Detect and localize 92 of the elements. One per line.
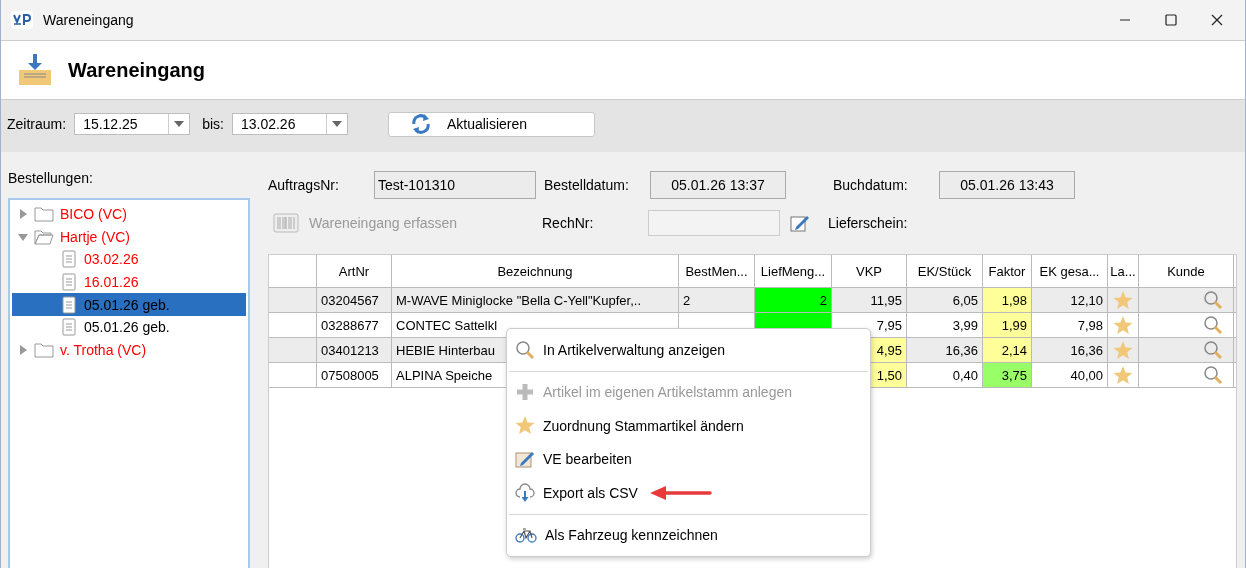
tree-item[interactable]: 03.02.26 (12, 248, 246, 271)
column-header[interactable]: VKP (832, 255, 907, 287)
column-header[interactable]: ArtNr (317, 255, 392, 287)
menu-item[interactable]: Export als CSV (507, 476, 638, 510)
star-icon[interactable] (1113, 365, 1133, 385)
order-date-field[interactable]: 05.01.26 13:37 (650, 171, 786, 199)
column-header[interactable]: La... (1108, 255, 1139, 287)
refresh-button[interactable]: Aktualisieren (387, 111, 595, 137)
star-icon[interactable] (1113, 340, 1133, 360)
edit-icon[interactable] (790, 213, 810, 233)
search-icon[interactable] (1203, 365, 1223, 385)
table-cell: 2 (755, 288, 832, 312)
inbox-download-icon (17, 52, 53, 88)
tree-item-label: 05.01.26 geb. (84, 319, 170, 336)
tree-item[interactable]: 05.01.26 geb. (12, 315, 246, 339)
to-date-field[interactable]: 13.02.26 (231, 113, 348, 135)
bicycle-icon (515, 527, 537, 544)
search-icon[interactable] (1203, 290, 1223, 310)
tree-item[interactable]: BICO (VC) (12, 203, 246, 226)
column-header[interactable]: EK/Stück (907, 255, 983, 287)
dropdown-icon (174, 121, 185, 127)
menu-item[interactable]: VE bearbeiten (507, 442, 632, 476)
folder-icon (34, 206, 54, 223)
table-cell: 7,98 (1032, 313, 1108, 337)
order-date-label: Bestelldatum: (544, 177, 630, 193)
column-header[interactable]: Bezeichnung (392, 255, 679, 287)
search-icon[interactable] (1203, 340, 1223, 360)
tree-item[interactable]: v. Trotha (VC) (12, 338, 246, 362)
page-title: Wareneingang (68, 58, 206, 82)
menu-item[interactable]: Zuordnung Stammartikel ändern (507, 409, 744, 443)
tree-item[interactable]: 05.01.26 geb. (12, 293, 246, 316)
expander-icon[interactable] (18, 344, 28, 355)
column-header[interactable]: EK gesa... (1032, 255, 1108, 287)
document-icon (62, 295, 76, 314)
table-cell: 12,10 (1032, 288, 1108, 312)
table-cell: 03204567 (317, 288, 392, 312)
search-icon (515, 339, 535, 360)
table-cell: 03401213 (317, 338, 392, 362)
table-cell: 1,99 (983, 313, 1032, 337)
column-header[interactable]: LiefMeng... (755, 255, 832, 287)
table-cell: 07508005 (317, 363, 392, 387)
document-icon (62, 318, 76, 337)
table-cell: M-WAVE Miniglocke "Bella C-Yell"Kupfer,.. (392, 288, 679, 312)
cloud-download-icon (515, 482, 535, 503)
folder-icon (34, 228, 54, 245)
to-label: bis: (202, 116, 224, 132)
table-cell: 1,98 (983, 288, 1032, 312)
table-cell: 2,14 (983, 338, 1032, 362)
delivery-note-label: Lieferschein: (828, 215, 908, 231)
expander-icon[interactable] (18, 209, 28, 220)
booking-date-field[interactable]: 05.01.26 13:43 (939, 171, 1075, 199)
table-cell: 03288677 (317, 313, 392, 337)
dropdown-icon (331, 121, 342, 127)
tree-item-label: 05.01.26 geb. (84, 296, 170, 313)
column-header[interactable]: Faktor (983, 255, 1032, 287)
table-cell: 40,00 (1032, 363, 1108, 387)
column-header[interactable]: BestMen... (679, 255, 755, 287)
tree-item[interactable]: Hartje (VC) (12, 225, 246, 249)
tree-item-label: BICO (VC) (60, 206, 127, 223)
tree-item-label: Hartje (VC) (60, 228, 130, 245)
document-icon (62, 273, 76, 292)
booking-date-label: Buchdatum: (833, 177, 909, 193)
app-logo-icon (11, 11, 33, 29)
invoice-number-label: RechNr: (542, 215, 595, 231)
star-icon (515, 416, 535, 436)
menu-item[interactable]: Als Fahrzeug kennzeichnen (507, 518, 718, 552)
table-cell: 11,95 (832, 288, 907, 312)
expander-icon[interactable] (18, 231, 28, 242)
order-number-label: AuftragsNr: (268, 177, 340, 193)
document-icon (62, 250, 76, 269)
column-header[interactable]: Kunde (1139, 255, 1234, 287)
table-cell: 16,36 (1032, 338, 1108, 362)
plus-icon (515, 382, 535, 403)
tree-item-label: v. Trotha (VC) (60, 341, 147, 358)
tree-item-label: 16.01.26 (84, 274, 139, 291)
refresh-icon (410, 113, 431, 135)
folder-icon (34, 341, 54, 358)
close-icon[interactable] (1211, 14, 1223, 26)
tree-item-label: 03.02.26 (84, 251, 139, 268)
orders-label: Bestellungen: (8, 170, 94, 186)
maximize-icon[interactable] (1165, 14, 1177, 26)
from-date-field[interactable]: 15.12.25 (74, 113, 191, 135)
order-number-field[interactable]: Test-101310 (374, 171, 536, 199)
window-title: Wareneingang (43, 12, 134, 28)
edit-icon (515, 449, 535, 470)
star-icon[interactable] (1113, 315, 1133, 335)
tree-item[interactable]: 16.01.26 (12, 270, 246, 294)
period-label: Zeitraum: (7, 116, 67, 132)
star-icon[interactable] (1113, 290, 1133, 310)
table-cell: 3,75 (983, 363, 1032, 387)
search-icon[interactable] (1203, 315, 1223, 335)
barcode-icon (273, 213, 299, 233)
